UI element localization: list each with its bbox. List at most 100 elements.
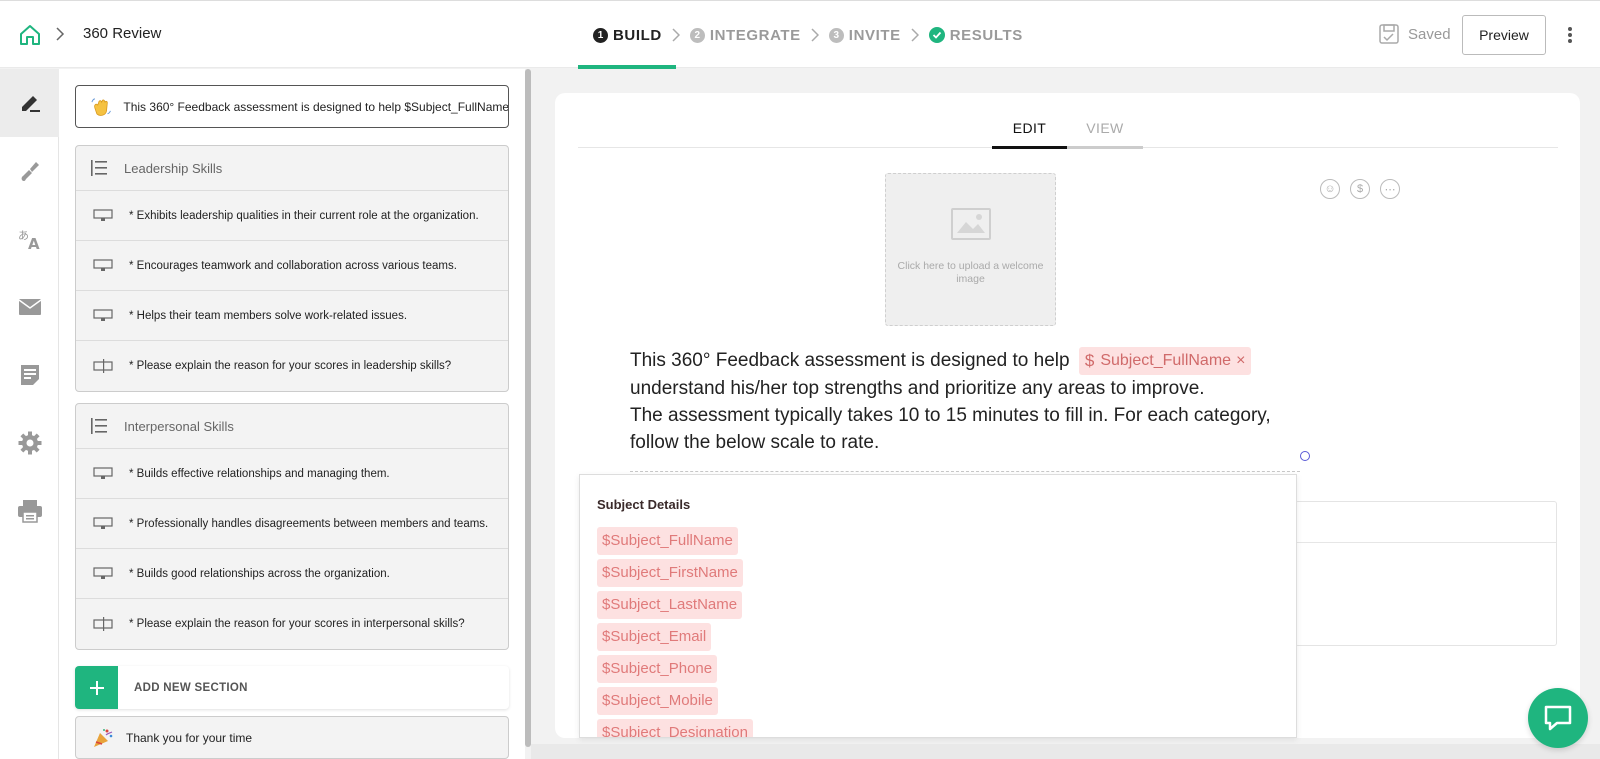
edit-icon[interactable]: [0, 69, 59, 137]
add-block-icon[interactable]: [1300, 451, 1310, 461]
welcome-text-editor[interactable]: This 360° Feedback assessment is designe…: [630, 347, 1290, 456]
step-invite[interactable]: 3 INVITE: [828, 26, 901, 44]
section-header[interactable]: Interpersonal Skills: [76, 404, 508, 449]
section-interpersonal-skills[interactable]: Interpersonal Skills * Builds effective …: [75, 403, 509, 650]
report-icon[interactable]: [0, 341, 59, 409]
add-section-label: ADD NEW SECTION: [134, 681, 248, 694]
upload-hint: Click here to upload a welcome image: [897, 260, 1044, 285]
horizontal-scrollbar: [531, 744, 1600, 759]
breadcrumb-title[interactable]: 360 Review: [83, 25, 161, 42]
chevron-right-icon: [801, 27, 829, 43]
text-question-icon: [93, 359, 113, 373]
section-leadership-skills[interactable]: Leadership Skills * Exhibits leadership …: [75, 145, 509, 392]
step-label: INVITE: [848, 26, 901, 44]
chevron-right-icon: [662, 27, 690, 43]
more-options-icon[interactable]: [1562, 25, 1578, 45]
dropdown-title: Subject Details: [597, 497, 691, 512]
panel-scrollbar[interactable]: [525, 69, 531, 747]
question-text: * Exhibits leadership qualities in their…: [129, 209, 479, 222]
variable-option[interactable]: $Subject_Email: [597, 623, 712, 651]
step-label: INTEGRATE: [709, 26, 801, 44]
question-row[interactable]: * Please explain the reason for your sco…: [76, 341, 508, 391]
chat-icon: [1544, 705, 1572, 731]
section-header[interactable]: Leadership Skills: [76, 146, 508, 191]
subject-fullname-chip[interactable]: $ Subject_FullName ×: [1078, 347, 1252, 375]
chip-label: Subject_FullName: [1100, 352, 1232, 369]
image-icon: [950, 208, 991, 240]
print-icon[interactable]: [0, 477, 59, 545]
translate-icon[interactable]: あA: [0, 205, 59, 273]
waving-hand-icon: [91, 97, 111, 116]
question-text: * Please explain the reason for your sco…: [129, 360, 452, 372]
question-row[interactable]: * Builds effective relationships and man…: [76, 449, 508, 499]
rating-question-icon: [93, 566, 113, 579]
variable-option[interactable]: $Subject_Mobile: [597, 687, 718, 715]
plus-icon: [75, 666, 118, 709]
welcome-card[interactable]: This 360° Feedback assessment is designe…: [75, 85, 509, 128]
rating-question-icon: [93, 466, 113, 479]
question-row[interactable]: * Please explain the reason for your sco…: [76, 599, 508, 649]
home-icon[interactable]: [18, 23, 42, 47]
emoji-icon[interactable]: ☺: [1320, 179, 1340, 199]
tab-view[interactable]: VIEW: [1067, 117, 1143, 149]
rating-question-icon: [93, 516, 113, 529]
more-icon[interactable]: ⋯: [1380, 179, 1400, 199]
mail-icon[interactable]: [0, 273, 59, 341]
chat-support-button[interactable]: [1528, 688, 1588, 748]
tab-edit[interactable]: EDIT: [992, 117, 1067, 149]
step-label: BUILD: [613, 26, 662, 44]
welcome-image-upload[interactable]: Click here to upload a welcome image: [885, 173, 1056, 326]
preview-button[interactable]: Preview: [1462, 15, 1546, 55]
chevron-right-icon: [901, 27, 929, 43]
saved-status: Saved: [1378, 23, 1451, 45]
rating-question-icon: [93, 308, 113, 321]
question-row[interactable]: * Encourages teamwork and collaboration …: [76, 241, 508, 291]
question-row[interactable]: * Exhibits leadership qualities in their…: [76, 191, 508, 241]
step-label: RESULTS: [949, 26, 1023, 44]
add-new-section-button[interactable]: ADD NEW SECTION: [75, 666, 509, 709]
step-build[interactable]: 1 BUILD: [593, 27, 662, 44]
step-number: 1: [593, 27, 608, 43]
variable-option[interactable]: $Subject_LastName: [597, 591, 743, 619]
variable-option[interactable]: $Subject_FirstName: [597, 559, 743, 587]
left-rail: あA: [0, 69, 59, 759]
top-bar: 360 Review 1 BUILD 2 INTEGRATE 3 INVITE …: [0, 0, 1600, 69]
dollar-icon: $: [1084, 351, 1095, 370]
section-list-icon: [91, 418, 107, 434]
step-number: 3: [828, 27, 844, 43]
save-icon: [1379, 24, 1399, 44]
svg-text:A: A: [28, 235, 40, 251]
variable-option[interactable]: $Subject_FullName: [597, 527, 738, 555]
welcome-text-part3: The assessment typically takes 10 to 15 …: [630, 405, 1271, 453]
question-text: * Builds good relationships across the o…: [129, 567, 390, 580]
rating-question-icon: [93, 208, 113, 221]
check-circle-icon: [928, 27, 945, 43]
step-number: 2: [689, 27, 705, 43]
dollar-variable-icon[interactable]: $: [1350, 179, 1370, 199]
variable-dropdown: Subject Details $Subject_FullName $Subje…: [579, 474, 1297, 738]
thank-you-card[interactable]: Thank you for your time: [75, 716, 509, 759]
step-nav: 1 BUILD 2 INTEGRATE 3 INVITE RESULTS: [593, 23, 1023, 47]
step-integrate[interactable]: 2 INTEGRATE: [689, 26, 801, 44]
remove-chip-icon[interactable]: ×: [1236, 350, 1245, 372]
question-text: * Encourages teamwork and collaboration …: [129, 259, 457, 272]
gear-icon[interactable]: [0, 409, 59, 477]
question-text: * Please explain the reason for your sco…: [129, 618, 465, 630]
question-text: * Builds effective relationships and man…: [129, 467, 390, 480]
question-row[interactable]: * Professionally handles disagreements b…: [76, 499, 508, 549]
text-tools: ☺ $ ⋯: [1320, 179, 1400, 199]
question-row[interactable]: * Builds good relationships across the o…: [76, 549, 508, 599]
step-results[interactable]: RESULTS: [928, 26, 1023, 44]
text-question-icon: [93, 617, 113, 631]
thank-you-text: Thank you for your time: [126, 730, 253, 745]
question-text: * Helps their team members solve work-re…: [129, 309, 408, 322]
question-text: * Professionally handles disagreements b…: [129, 517, 489, 530]
paint-brush-icon[interactable]: [0, 137, 59, 205]
active-step-indicator: [578, 65, 676, 69]
variable-option[interactable]: $Subject_Phone: [597, 655, 718, 683]
variable-option[interactable]: $Subject_Designation: [597, 719, 753, 737]
welcome-card-text: This 360° Feedback assessment is designe…: [123, 99, 508, 114]
welcome-text-part2: understand his/her top strengths and pri…: [630, 378, 1205, 399]
question-row[interactable]: * Helps their team members solve work-re…: [76, 291, 508, 341]
section-title: Interpersonal Skills: [124, 418, 234, 434]
